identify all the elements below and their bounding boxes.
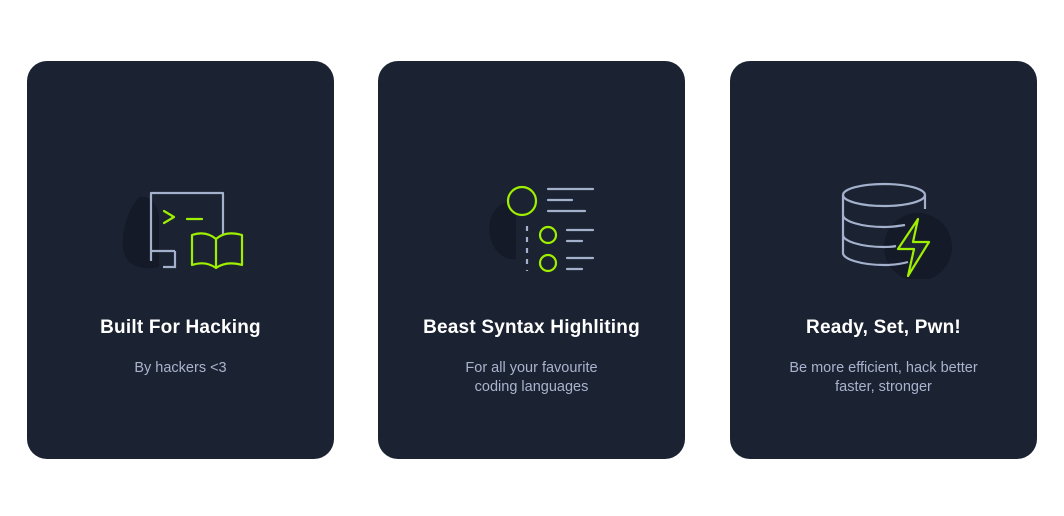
- card-description-line: faster, stronger: [835, 379, 932, 395]
- card-title: Beast Syntax Highliting: [423, 317, 640, 338]
- card-description-line: coding languages: [474, 379, 589, 395]
- card-description: Be more efficient, hack better faster, s…: [730, 359, 1037, 397]
- card-title: Ready, Set, Pwn!: [806, 317, 961, 338]
- feature-card-ready-set-pwn: Ready, Set, Pwn! Be more efficient, hack…: [730, 61, 1037, 459]
- card-description-line: Be more efficient, hack better: [789, 360, 978, 376]
- card-description-line: By hackers <3: [134, 360, 227, 376]
- database-lightning-icon: [730, 179, 1037, 279]
- terminal-book-icon: [27, 179, 334, 279]
- card-description: By hackers <3: [27, 359, 334, 378]
- feature-card-syntax-highlighting: Beast Syntax Highliting For all your fav…: [378, 61, 685, 459]
- card-description: For all your favourite coding languages: [378, 359, 685, 397]
- card-title: Built For Hacking: [100, 317, 261, 338]
- feature-cards: Built For Hacking By hackers <3 Beast Sy…: [0, 0, 1064, 516]
- card-description-line: For all your favourite: [465, 360, 598, 376]
- feature-card-built-for-hacking: Built For Hacking By hackers <3: [27, 61, 334, 459]
- syntax-highlight-list-icon: [378, 179, 685, 279]
